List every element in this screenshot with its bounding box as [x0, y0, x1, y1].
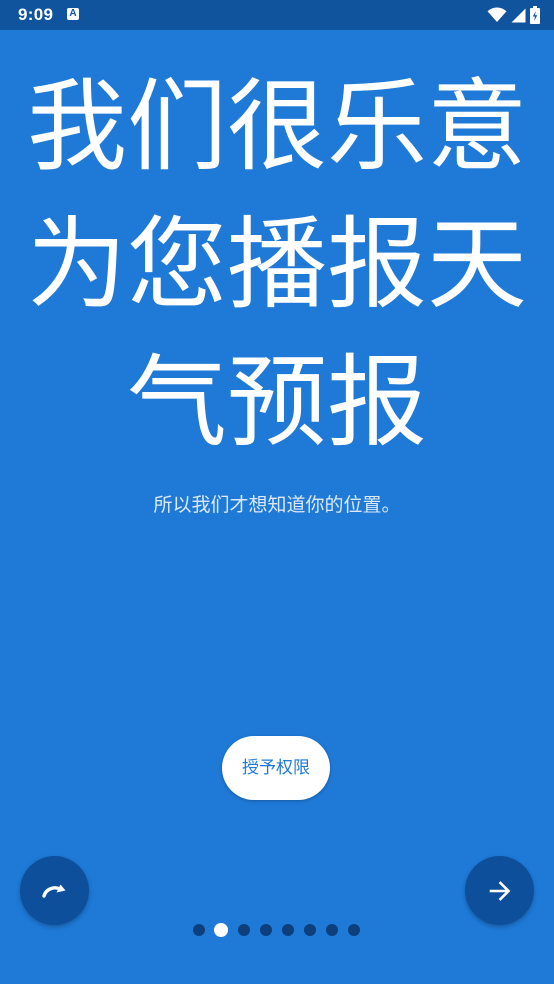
- headline-line-1: 我们很乐意: [27, 68, 527, 185]
- page-dot-3: [238, 924, 250, 936]
- redo-arrow-icon: [41, 884, 65, 898]
- page-dot-8: [348, 924, 360, 936]
- page-dot-6: [304, 924, 316, 936]
- status-icons: [487, 6, 540, 24]
- headline-line-2: 为您播报天: [27, 206, 527, 323]
- skip-button[interactable]: [20, 856, 89, 925]
- battery-icon: [530, 6, 540, 24]
- onboarding-headline: 我们很乐意 为您播报天 气预报: [0, 58, 554, 472]
- arrow-right-icon: [489, 880, 510, 901]
- page-indicator: [0, 923, 554, 937]
- page-dot-2: [214, 923, 228, 937]
- grant-permission-button[interactable]: 授予权限: [222, 736, 330, 800]
- page-dot-7: [326, 924, 338, 936]
- page-dot-1: [193, 924, 205, 936]
- onboarding-subtitle: 所以我们才想知道你的位置。: [153, 494, 401, 516]
- page-dot-4: [260, 924, 272, 936]
- wifi-icon: [487, 7, 507, 23]
- signal-icon: [511, 8, 526, 22]
- headline-line-3: 气预报: [127, 344, 427, 461]
- notification-a-icon: A: [67, 8, 79, 20]
- page-dot-5: [282, 924, 294, 936]
- status-bar: 9:09 A: [0, 0, 554, 30]
- next-button[interactable]: [465, 856, 534, 925]
- status-time: 9:09: [18, 5, 54, 24]
